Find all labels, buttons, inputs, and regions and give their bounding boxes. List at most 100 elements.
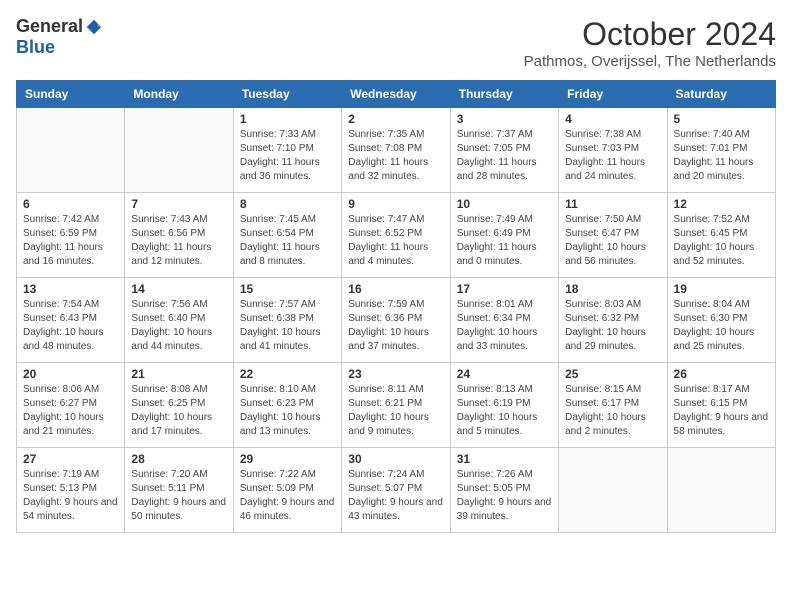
- day-number: 30: [348, 452, 443, 466]
- day-content: Sunrise: 7:38 AMSunset: 7:03 PMDaylight:…: [565, 128, 660, 184]
- table-row: 9Sunrise: 7:47 AMSunset: 6:52 PMDaylight…: [342, 193, 450, 278]
- day-number: 7: [131, 197, 226, 211]
- table-row: 4 Sunrise: 7:38 AMSunset: 7:03 PMDaylight…: [559, 108, 667, 193]
- calendar-header-row: Sunday Monday Tuesday Wednesday Thursday…: [17, 81, 776, 108]
- table-row: 18 Sunrise: 8:03 AMSunset: 6:32 PMDayligh…: [559, 278, 667, 363]
- day-content: Sunrise: 7:50 AMSunset: 6:47 PMDaylight:…: [565, 213, 660, 269]
- table-row: 6 Sunrise: 7:42 AMSunset: 6:59 PMDaylight…: [17, 193, 125, 278]
- day-content: Sunrise: 8:04 AMSunset: 6:30 PMDaylight:…: [674, 298, 769, 354]
- logo-icon: [85, 18, 103, 36]
- table-row: 19 Sunrise: 8:04 AMSunset: 6:30 PMDayligh…: [667, 278, 775, 363]
- day-content: Sunrise: 7:49 AMSunset: 6:49 PMDaylight:…: [457, 213, 552, 269]
- day-content: Sunrise: 7:24 AMSunset: 5:07 PMDaylight:…: [348, 468, 443, 524]
- day-content: Sunrise: 8:15 AMSunset: 6:17 PMDaylight:…: [565, 383, 660, 439]
- day-content: Sunrise: 8:06 AMSunset: 6:27 PMDaylight:…: [23, 383, 118, 439]
- table-row: [559, 448, 667, 533]
- day-number: 19: [674, 282, 769, 296]
- day-number: 15: [240, 282, 335, 296]
- calendar-table: Sunday Monday Tuesday Wednesday Thursday…: [16, 80, 776, 533]
- table-row: 30 Sunrise: 7:24 AMSunset: 5:07 PMDayligh…: [342, 448, 450, 533]
- day-content: Sunrise: 8:08 AMSunset: 6:25 PMDaylight:…: [131, 383, 226, 439]
- day-number: 13: [23, 282, 118, 296]
- title-section: October 2024 Pathmos, Overijssel, The Ne…: [524, 16, 776, 70]
- day-number: 6: [23, 197, 118, 211]
- day-number: 3: [457, 112, 552, 126]
- calendar-week-row: 6 Sunrise: 7:42 AMSunset: 6:59 PMDaylight…: [17, 193, 776, 278]
- table-row: 12Sunrise: 7:52 AMSunset: 6:45 PMDayligh…: [667, 193, 775, 278]
- day-number: 11: [565, 197, 660, 211]
- day-number: 1: [240, 112, 335, 126]
- table-row: 13 Sunrise: 7:54 AMSunset: 6:43 PMDayligh…: [17, 278, 125, 363]
- day-content: Sunrise: 7:33 AMSunset: 7:10 PMDaylight:…: [240, 128, 335, 184]
- day-content: Sunrise: 7:45 AMSunset: 6:54 PMDaylight:…: [240, 213, 335, 269]
- day-number: 31: [457, 452, 552, 466]
- day-number: 16: [348, 282, 443, 296]
- day-number: 8: [240, 197, 335, 211]
- day-number: 25: [565, 367, 660, 381]
- header-monday: Monday: [125, 81, 233, 108]
- table-row: 25 Sunrise: 8:15 AMSunset: 6:17 PMDayligh…: [559, 363, 667, 448]
- table-row: 22Sunrise: 8:10 AMSunset: 6:23 PMDayligh…: [233, 363, 341, 448]
- day-content: Sunrise: 7:56 AMSunset: 6:40 PMDaylight:…: [131, 298, 226, 354]
- table-row: 14Sunrise: 7:56 AMSunset: 6:40 PMDayligh…: [125, 278, 233, 363]
- day-content: Sunrise: 7:22 AMSunset: 5:09 PMDaylight:…: [240, 468, 335, 524]
- header-friday: Friday: [559, 81, 667, 108]
- day-content: Sunrise: 7:37 AMSunset: 7:05 PMDaylight:…: [457, 128, 552, 184]
- table-row: 5Sunrise: 7:40 AMSunset: 7:01 PMDaylight…: [667, 108, 775, 193]
- page-header: General Blue October 2024 Pathmos, Overi…: [16, 16, 776, 70]
- header-sunday: Sunday: [17, 81, 125, 108]
- header-tuesday: Tuesday: [233, 81, 341, 108]
- table-row: 8 Sunrise: 7:45 AMSunset: 6:54 PMDaylight…: [233, 193, 341, 278]
- header-thursday: Thursday: [450, 81, 558, 108]
- day-content: Sunrise: 8:11 AMSunset: 6:21 PMDaylight:…: [348, 383, 443, 439]
- table-row: [17, 108, 125, 193]
- table-row: 15 Sunrise: 7:57 AMSunset: 6:38 PMDayligh…: [233, 278, 341, 363]
- logo-blue-text: Blue: [16, 37, 55, 58]
- table-row: 29 Sunrise: 7:22 AMSunset: 5:09 PMDayligh…: [233, 448, 341, 533]
- day-number: 9: [348, 197, 443, 211]
- day-number: 10: [457, 197, 552, 211]
- calendar-week-row: 1 Sunrise: 7:33 AMSunset: 7:10 PMDaylight…: [17, 108, 776, 193]
- table-row: 27 Sunrise: 7:19 AMSunset: 5:13 PMDayligh…: [17, 448, 125, 533]
- table-row: 17Sunrise: 8:01 AMSunset: 6:34 PMDayligh…: [450, 278, 558, 363]
- day-content: Sunrise: 7:35 AMSunset: 7:08 PMDaylight:…: [348, 128, 443, 184]
- day-content: Sunrise: 7:42 AMSunset: 6:59 PMDaylight:…: [23, 213, 118, 269]
- header-saturday: Saturday: [667, 81, 775, 108]
- day-content: Sunrise: 7:57 AMSunset: 6:38 PMDaylight:…: [240, 298, 335, 354]
- day-number: 26: [674, 367, 769, 381]
- day-number: 2: [348, 112, 443, 126]
- day-number: 23: [348, 367, 443, 381]
- day-number: 22: [240, 367, 335, 381]
- calendar-week-row: 13 Sunrise: 7:54 AMSunset: 6:43 PMDayligh…: [17, 278, 776, 363]
- table-row: 28 Sunrise: 7:20 AMSunset: 5:11 PMDayligh…: [125, 448, 233, 533]
- day-content: Sunrise: 8:17 AMSunset: 6:15 PMDaylight:…: [674, 383, 769, 439]
- calendar-week-row: 20 Sunrise: 8:06 AMSunset: 6:27 PMDayligh…: [17, 363, 776, 448]
- header-wednesday: Wednesday: [342, 81, 450, 108]
- day-content: Sunrise: 7:19 AMSunset: 5:13 PMDaylight:…: [23, 468, 118, 524]
- table-row: 3 Sunrise: 7:37 AMSunset: 7:05 PMDaylight…: [450, 108, 558, 193]
- day-content: Sunrise: 7:20 AMSunset: 5:11 PMDaylight:…: [131, 468, 226, 524]
- day-number: 27: [23, 452, 118, 466]
- day-number: 12: [674, 197, 769, 211]
- table-row: 23 Sunrise: 8:11 AMSunset: 6:21 PMDayligh…: [342, 363, 450, 448]
- table-row: 7Sunrise: 7:43 AMSunset: 6:56 PMDaylight…: [125, 193, 233, 278]
- month-year-title: October 2024: [524, 16, 776, 53]
- day-content: Sunrise: 7:40 AMSunset: 7:01 PMDaylight:…: [674, 128, 769, 184]
- day-number: 29: [240, 452, 335, 466]
- table-row: 10 Sunrise: 7:49 AMSunset: 6:49 PMDayligh…: [450, 193, 558, 278]
- table-row: [125, 108, 233, 193]
- logo-general-text: General: [16, 16, 83, 37]
- table-row: 20 Sunrise: 8:06 AMSunset: 6:27 PMDayligh…: [17, 363, 125, 448]
- day-number: 28: [131, 452, 226, 466]
- table-row: [667, 448, 775, 533]
- day-content: Sunrise: 7:59 AMSunset: 6:36 PMDaylight:…: [348, 298, 443, 354]
- day-content: Sunrise: 7:54 AMSunset: 6:43 PMDaylight:…: [23, 298, 118, 354]
- day-number: 21: [131, 367, 226, 381]
- location-subtitle: Pathmos, Overijssel, The Netherlands: [524, 53, 776, 70]
- table-row: 21 Sunrise: 8:08 AMSunset: 6:25 PMDayligh…: [125, 363, 233, 448]
- day-number: 18: [565, 282, 660, 296]
- day-number: 4: [565, 112, 660, 126]
- day-content: Sunrise: 8:03 AMSunset: 6:32 PMDaylight:…: [565, 298, 660, 354]
- day-number: 20: [23, 367, 118, 381]
- table-row: 26 Sunrise: 8:17 AMSunset: 6:15 PMDayligh…: [667, 363, 775, 448]
